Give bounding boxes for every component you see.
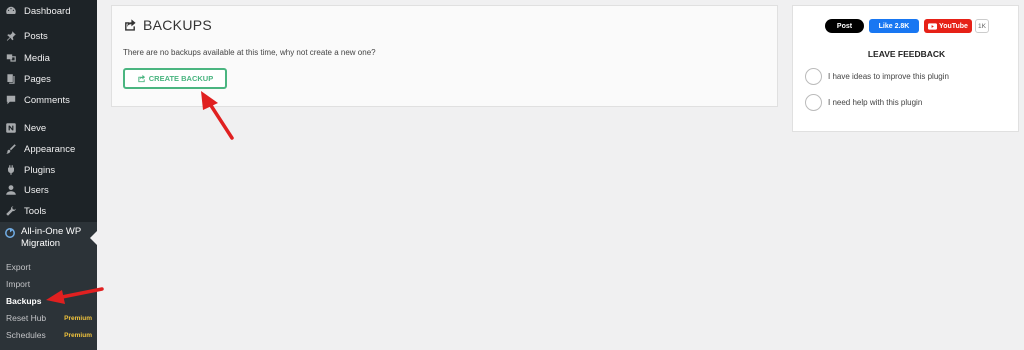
arrow-to-backups-menu <box>46 287 104 304</box>
annotation-arrows <box>46 91 234 304</box>
arrow-to-create-backup <box>201 91 234 140</box>
